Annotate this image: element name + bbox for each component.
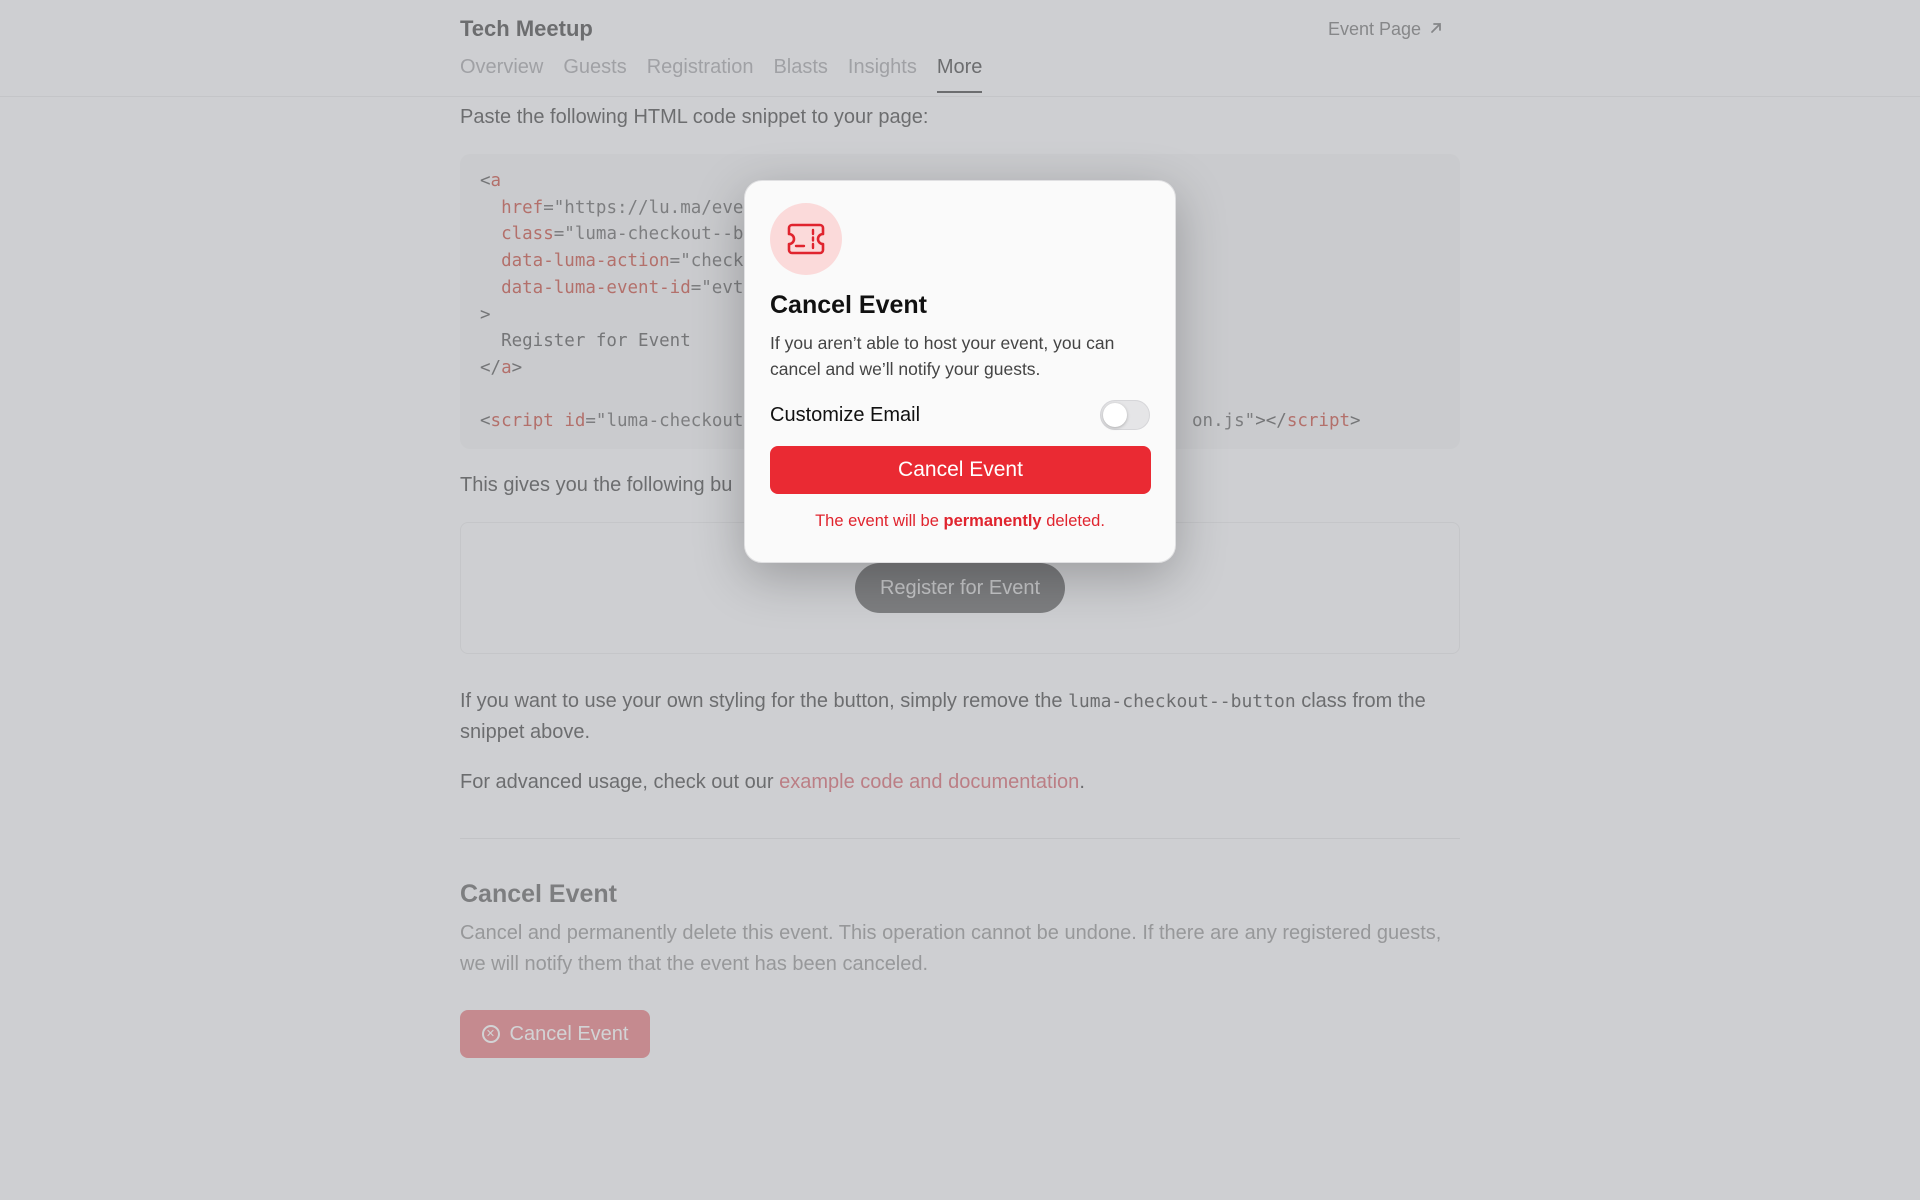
cancel-event-modal: Cancel Event If you aren’t able to host … (744, 180, 1176, 563)
toggle-knob (1103, 403, 1127, 427)
ticket-icon (770, 203, 842, 275)
customize-email-row: Customize Email (770, 400, 1150, 430)
modal-title: Cancel Event (770, 291, 928, 319)
customize-email-label: Customize Email (770, 403, 921, 426)
customize-email-toggle[interactable] (1100, 400, 1150, 430)
delete-warning: The event will be permanently deleted. (815, 512, 1105, 530)
confirm-cancel-event-button[interactable]: Cancel Event (770, 446, 1151, 494)
modal-description: If you aren’t able to host your event, y… (770, 333, 1115, 379)
